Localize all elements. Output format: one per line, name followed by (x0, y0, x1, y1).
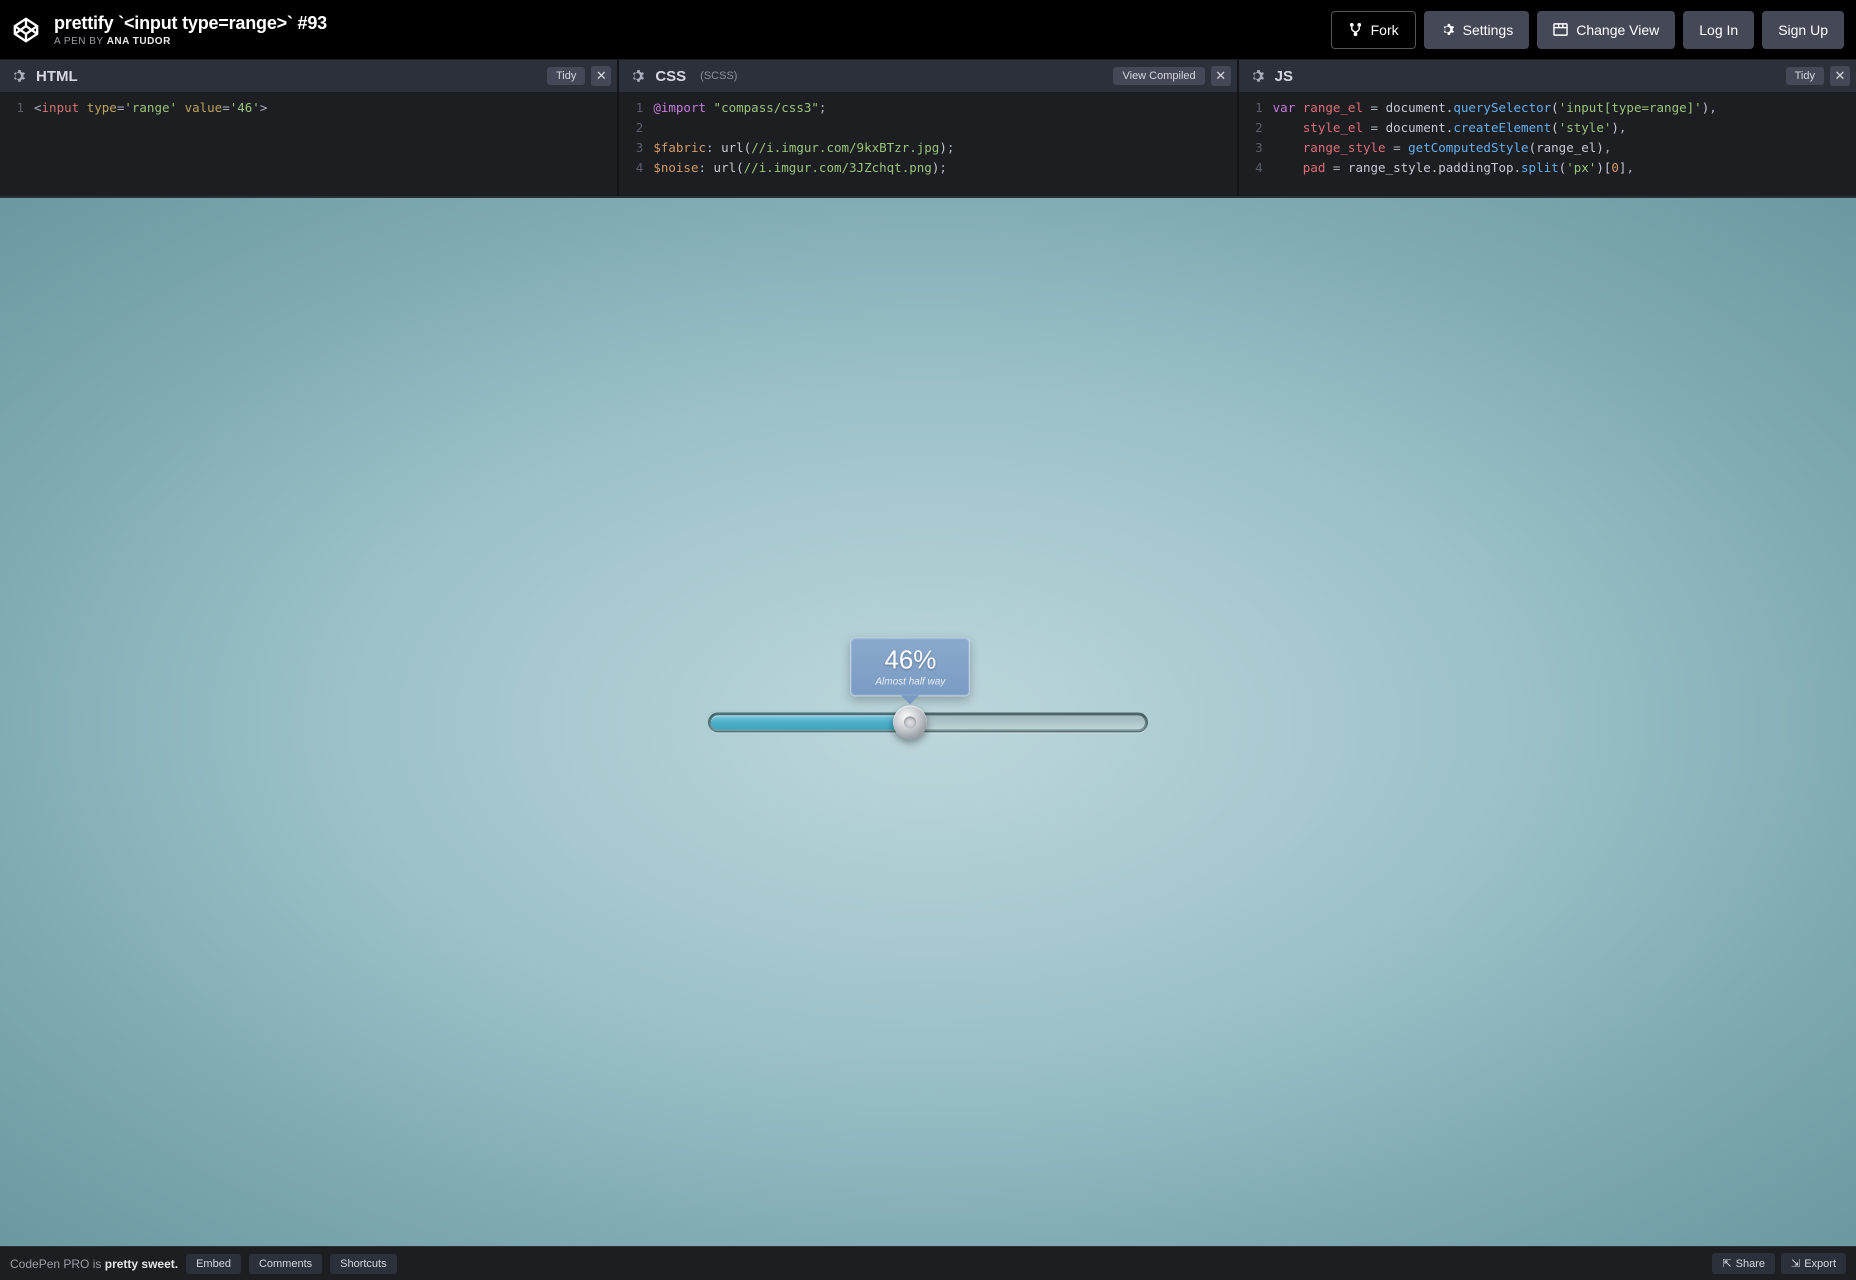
tooltip-percent: 46% (859, 644, 961, 675)
shortcuts-button[interactable]: Shortcuts (330, 1254, 396, 1274)
footer-right: ⇱ Share ⇲ Export (1712, 1253, 1846, 1274)
slider-track[interactable] (708, 712, 1148, 732)
settings-label: Settings (1463, 22, 1514, 38)
promo-pre: CodePen PRO is (10, 1257, 101, 1271)
pane-html-title: HTML (36, 68, 78, 85)
gear-icon (1440, 22, 1455, 37)
gear-icon[interactable] (10, 68, 26, 84)
pane-html-head: HTML Tidy ✕ (0, 60, 617, 92)
title-block: prettify `<input type=range>` #93 A PEN … (54, 13, 327, 47)
footer-left: CodePen PRO is pretty sweet. Embed Comme… (10, 1254, 397, 1274)
slider-thumb[interactable] (893, 705, 927, 739)
preview-pane: 46% Almost half way (0, 198, 1856, 1246)
share-icon: ⇱ (1722, 1258, 1731, 1270)
slider-tooltip: 46% Almost half way (850, 637, 970, 696)
pane-css: CSS (SCSS) View Compiled ✕ 1@import "com… (619, 60, 1236, 196)
close-html-button[interactable]: ✕ (591, 66, 611, 86)
pen-title[interactable]: prettify `<input type=range>` #93 (54, 13, 327, 34)
codepen-logo-icon[interactable] (12, 16, 40, 44)
close-js-button[interactable]: ✕ (1830, 66, 1850, 86)
settings-button[interactable]: Settings (1424, 11, 1530, 49)
pane-css-head: CSS (SCSS) View Compiled ✕ (619, 60, 1236, 92)
pane-js-head: JS Tidy ✕ (1239, 60, 1856, 92)
editor-row: HTML Tidy ✕ 1<input type='range' value='… (0, 60, 1856, 198)
share-button[interactable]: ⇱ Share (1712, 1253, 1775, 1274)
promo-bold: pretty sweet. (105, 1257, 178, 1271)
export-icon: ⇲ (1791, 1258, 1800, 1270)
layout-icon (1553, 22, 1568, 37)
tooltip-subtext: Almost half way (859, 676, 961, 687)
code-html[interactable]: 1<input type='range' value='46'> (0, 92, 617, 196)
tidy-html-button[interactable]: Tidy (547, 67, 585, 85)
pane-js: JS Tidy ✕ 1var range_el = document.query… (1239, 60, 1856, 196)
export-button[interactable]: ⇲ Export (1781, 1253, 1846, 1274)
gear-icon[interactable] (629, 68, 645, 84)
view-compiled-button[interactable]: View Compiled (1113, 67, 1204, 85)
gear-icon[interactable] (1249, 68, 1265, 84)
pane-css-title: CSS (655, 68, 686, 85)
change-view-button[interactable]: Change View (1537, 11, 1675, 49)
share-label: Share (1736, 1258, 1765, 1270)
footer-promo[interactable]: CodePen PRO is pretty sweet. (10, 1257, 178, 1271)
app-footer: CodePen PRO is pretty sweet. Embed Comme… (0, 1246, 1856, 1280)
pane-css-subtitle: (SCSS) (700, 70, 737, 82)
embed-button[interactable]: Embed (186, 1254, 241, 1274)
change-view-label: Change View (1576, 22, 1659, 38)
export-label: Export (1804, 1258, 1836, 1270)
pen-author[interactable]: Ana Tudor (107, 36, 171, 47)
fork-label: Fork (1371, 22, 1399, 38)
fork-button[interactable]: Fork (1331, 11, 1416, 49)
byline-prefix: A PEN BY (54, 36, 103, 47)
code-js[interactable]: 1var range_el = document.querySelector('… (1239, 92, 1856, 196)
signup-button[interactable]: Sign Up (1762, 11, 1844, 49)
comments-button[interactable]: Comments (249, 1254, 322, 1274)
app-header: prettify `<input type=range>` #93 A PEN … (0, 0, 1856, 60)
pane-js-title: JS (1275, 68, 1293, 85)
header-left: prettify `<input type=range>` #93 A PEN … (12, 13, 327, 47)
pen-byline: A PEN BY Ana Tudor (54, 36, 327, 47)
header-right: Fork Settings Change View Log In Sign Up (1331, 11, 1844, 49)
code-css[interactable]: 1@import "compass/css3";23$fabric: url(/… (619, 92, 1236, 196)
pane-html: HTML Tidy ✕ 1<input type='range' value='… (0, 60, 617, 196)
range-slider[interactable]: 46% Almost half way (708, 712, 1148, 732)
login-button[interactable]: Log In (1683, 11, 1754, 49)
slider-fill (711, 715, 912, 729)
fork-icon (1348, 22, 1363, 37)
close-css-button[interactable]: ✕ (1211, 66, 1231, 86)
tidy-js-button[interactable]: Tidy (1786, 67, 1824, 85)
